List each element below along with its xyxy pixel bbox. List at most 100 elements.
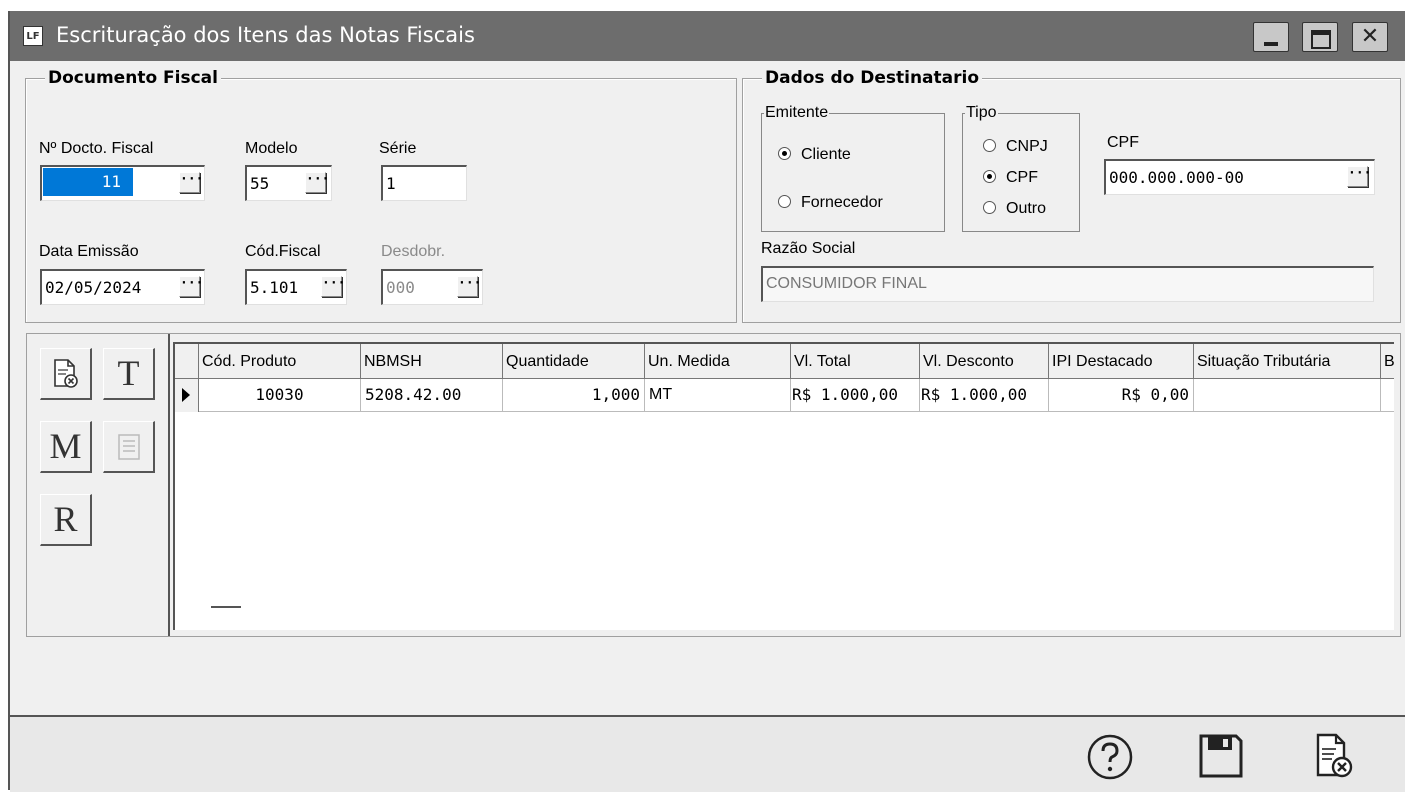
list-button xyxy=(103,421,155,473)
m-button[interactable]: M xyxy=(40,421,92,473)
tipo-cpf-label: CPF xyxy=(1006,169,1038,186)
cell-cod-produto[interactable]: 10030 xyxy=(199,379,361,412)
save-button[interactable] xyxy=(1196,731,1246,781)
maximize-button[interactable] xyxy=(1302,22,1338,52)
cancel-document-icon xyxy=(1316,733,1353,778)
n-docto-field[interactable]: 11 ··· xyxy=(40,165,205,201)
tipo-cpf-radio[interactable]: CPF xyxy=(983,169,1038,187)
grid-header: Cód. Produto NBMSH Quantidade Un. Medida… xyxy=(175,344,1394,379)
radio-unselected-icon xyxy=(983,139,996,152)
t-button[interactable]: T xyxy=(103,348,155,400)
radio-unselected-icon xyxy=(778,195,791,208)
razao-social-field[interactable]: CONSUMIDOR FINAL xyxy=(761,266,1374,302)
serie-field[interactable]: 1 xyxy=(381,165,467,201)
cpf-field[interactable]: 000.000.000-00 ··· xyxy=(1104,159,1375,195)
help-icon xyxy=(1087,734,1133,780)
serie-label: Série xyxy=(379,140,417,157)
documento-fiscal-group: Documento Fiscal Nº Docto. Fiscal 11 ···… xyxy=(25,68,737,323)
tipo-group: Tipo CNPJ CPF Outro xyxy=(962,104,1080,232)
modelo-value: 55 xyxy=(250,174,270,193)
table-row[interactable]: 10030 5208.42.00 1,000 MT R$ 1.000,00 R$… xyxy=(175,379,1394,412)
close-icon: ✕ xyxy=(1360,24,1380,49)
razao-social-value: CONSUMIDOR FINAL xyxy=(766,275,927,292)
title-bar: LF Escrituração dos Itens das Notas Fisc… xyxy=(10,11,1405,61)
n-docto-label: Nº Docto. Fiscal xyxy=(39,140,154,157)
items-grid[interactable]: Cód. Produto NBMSH Quantidade Un. Medida… xyxy=(173,342,1394,630)
column-header[interactable]: Cód. Produto xyxy=(199,344,361,378)
tipo-outro-radio[interactable]: Outro xyxy=(983,200,1046,218)
column-header[interactable]: Vl. Total xyxy=(791,344,920,378)
n-docto-value: 11 xyxy=(43,168,133,196)
row-indicator-icon xyxy=(175,379,199,412)
cpf-lookup-button[interactable]: ··· xyxy=(1347,166,1371,187)
data-emissao-field[interactable]: 02/05/2024 ··· xyxy=(40,269,205,305)
cod-fiscal-lookup-button[interactable]: ··· xyxy=(321,276,345,297)
cell-vl-total[interactable]: R$ 1.000,00 xyxy=(791,379,920,412)
data-emissao-calendar-button[interactable]: ··· xyxy=(179,276,203,297)
cod-fiscal-value: 5.101 xyxy=(250,278,299,297)
minimize-button[interactable] xyxy=(1253,22,1289,52)
emitente-cliente-radio[interactable]: Cliente xyxy=(778,146,851,164)
cell-vl-desconto[interactable]: R$ 1.000,00 xyxy=(920,379,1049,412)
cell-un-medida[interactable]: MT xyxy=(645,379,791,412)
column-header[interactable]: Un. Medida xyxy=(645,344,791,378)
column-header[interactable]: IPI Destacado xyxy=(1049,344,1194,378)
remove-document-icon xyxy=(53,359,78,388)
remove-document-button[interactable] xyxy=(40,348,92,400)
cpf-label: CPF xyxy=(1107,134,1139,151)
list-icon xyxy=(117,434,140,460)
column-header[interactable]: Quantidade xyxy=(503,344,645,378)
razao-social-label: Razão Social xyxy=(761,240,856,257)
save-icon xyxy=(1199,734,1243,778)
data-emissao-value: 02/05/2024 xyxy=(45,278,142,297)
radio-selected-icon xyxy=(983,170,996,183)
emitente-title: Emitente xyxy=(764,104,830,122)
column-header[interactable]: Vl. Desconto xyxy=(920,344,1049,378)
footer-bar xyxy=(10,715,1405,792)
desdobr-value: 000 xyxy=(386,278,415,297)
cpf-value: 000.000.000-00 xyxy=(1109,168,1244,187)
cod-fiscal-field[interactable]: 5.101 ··· xyxy=(245,269,347,305)
emitente-fornecedor-label: Fornecedor xyxy=(801,194,883,211)
cell-situacao-tributaria[interactable] xyxy=(1194,379,1381,412)
cell-quantidade[interactable]: 1,000 xyxy=(503,379,645,412)
serie-value: 1 xyxy=(386,174,396,193)
data-emissao-label: Data Emissão xyxy=(39,243,139,260)
modelo-lookup-button[interactable]: ··· xyxy=(305,172,329,193)
radio-unselected-icon xyxy=(983,201,996,214)
emitente-cliente-label: Cliente xyxy=(801,146,851,163)
cell-ipi-destacado[interactable]: R$ 0,00 xyxy=(1049,379,1194,412)
modelo-field[interactable]: 55 ··· xyxy=(245,165,332,201)
column-header[interactable]: NBMSH xyxy=(361,344,503,378)
desdobr-field: 000 ··· xyxy=(381,269,483,305)
radio-selected-icon xyxy=(778,147,791,160)
header-indicator xyxy=(175,344,199,378)
column-header[interactable]: B xyxy=(1381,344,1394,378)
cancel-document-button[interactable] xyxy=(1312,731,1356,781)
toolbox: T M R xyxy=(27,334,170,636)
dados-destinatario-title: Dados do Destinatario xyxy=(762,68,983,88)
cod-fiscal-label: Cód.Fiscal xyxy=(245,243,321,260)
column-header[interactable]: Situação Tributária xyxy=(1194,344,1381,378)
close-button[interactable]: ✕ xyxy=(1352,22,1388,52)
help-button[interactable] xyxy=(1084,731,1136,783)
documento-fiscal-title: Documento Fiscal xyxy=(45,68,221,88)
cell-b[interactable] xyxy=(1381,379,1394,412)
dados-destinatario-group: Dados do Destinatario Emitente Cliente F… xyxy=(742,68,1401,323)
grid-footer-dash xyxy=(211,606,241,608)
window-title: Escrituração dos Itens das Notas Fiscais xyxy=(56,23,475,47)
desdobr-lookup-button: ··· xyxy=(457,276,481,297)
emitente-fornecedor-radio[interactable]: Fornecedor xyxy=(778,194,883,212)
tipo-outro-label: Outro xyxy=(1006,200,1047,217)
items-panel: T M R Cód. Produto NBMSH Quantidade Un. … xyxy=(26,333,1401,637)
n-docto-lookup-button[interactable]: ··· xyxy=(179,172,203,193)
emitente-group: Emitente Cliente Fornecedor xyxy=(761,104,945,232)
desdobr-label: Desdobr. xyxy=(381,243,446,260)
r-button[interactable]: R xyxy=(40,494,92,546)
main-window: LF Escrituração dos Itens das Notas Fisc… xyxy=(8,11,1405,792)
cell-nbmsh[interactable]: 5208.42.00 xyxy=(361,379,503,412)
modelo-label: Modelo xyxy=(245,140,298,157)
tipo-cnpj-label: CNPJ xyxy=(1006,138,1048,155)
tipo-cnpj-radio[interactable]: CNPJ xyxy=(983,138,1048,156)
app-logo-icon: LF xyxy=(23,26,43,46)
